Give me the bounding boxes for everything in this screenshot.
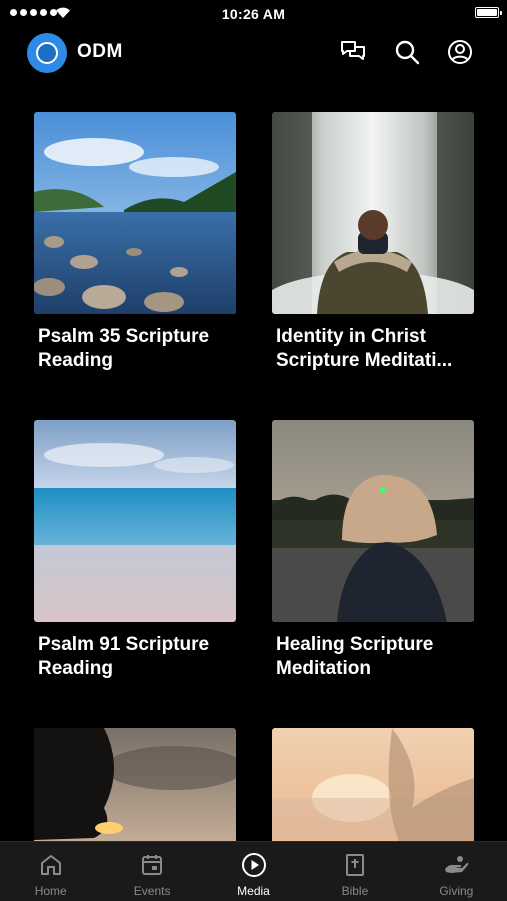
status-time: 10:26 AM (221, 6, 286, 22)
tab-label: Bible (341, 884, 369, 898)
play-icon (241, 853, 266, 877)
chat-icon (341, 41, 365, 60)
account-button[interactable] (446, 38, 474, 66)
search-icon (395, 40, 420, 65)
media-card[interactable]: Psalm 35 Scripture Reading (34, 112, 236, 373)
media-title: Healing Scripture Meditation (276, 634, 434, 679)
status-bar: 10:26 AM (0, 0, 507, 28)
bible-icon (345, 854, 364, 876)
tab-media[interactable]: Media (203, 842, 304, 901)
tab-label: Events (133, 884, 171, 898)
media-title: Psalm 91 Scripture Reading (38, 634, 210, 679)
media-card[interactable] (34, 728, 236, 841)
tab-giving[interactable]: Giving (406, 842, 507, 901)
logo-emblem-icon (36, 42, 58, 64)
media-thumbnail (272, 420, 474, 622)
calendar-icon (142, 855, 163, 875)
tab-label: Giving (439, 884, 474, 898)
media-card[interactable]: Healing Scripture Meditation (272, 420, 474, 681)
media-thumbnail (272, 112, 474, 314)
tab-label: Home (34, 884, 67, 898)
media-title: Identity in Christ Scripture Meditati... (276, 326, 453, 371)
media-grid: Psalm 35 Scripture Reading Identity in C… (0, 76, 507, 841)
chat-button[interactable] (339, 38, 367, 66)
media-card[interactable]: Identity in Christ Scripture Meditati... (272, 112, 474, 373)
media-thumbnail (272, 728, 474, 841)
media-title: Psalm 35 Scripture Reading (38, 326, 210, 371)
app-header: ODM (0, 28, 507, 76)
media-thumbnail (34, 728, 236, 841)
tab-bible[interactable]: Bible (304, 842, 405, 901)
battery-icon (475, 7, 502, 18)
app-title: ODM (77, 41, 123, 62)
media-thumbnail (34, 112, 236, 314)
tab-home[interactable]: Home (0, 842, 101, 901)
media-card[interactable] (272, 728, 474, 841)
tab-label: Media (237, 884, 270, 898)
tab-events[interactable]: Events (101, 842, 202, 901)
account-icon (448, 40, 472, 64)
media-card[interactable]: Psalm 91 Scripture Reading (34, 420, 236, 681)
app-logo[interactable] (27, 33, 67, 73)
search-button[interactable] (393, 38, 421, 66)
bottom-tab-bar: Home Events Media Bible Giving (0, 841, 507, 901)
home-icon (40, 855, 61, 875)
giving-hand-icon (445, 856, 469, 873)
media-thumbnail (34, 420, 236, 622)
